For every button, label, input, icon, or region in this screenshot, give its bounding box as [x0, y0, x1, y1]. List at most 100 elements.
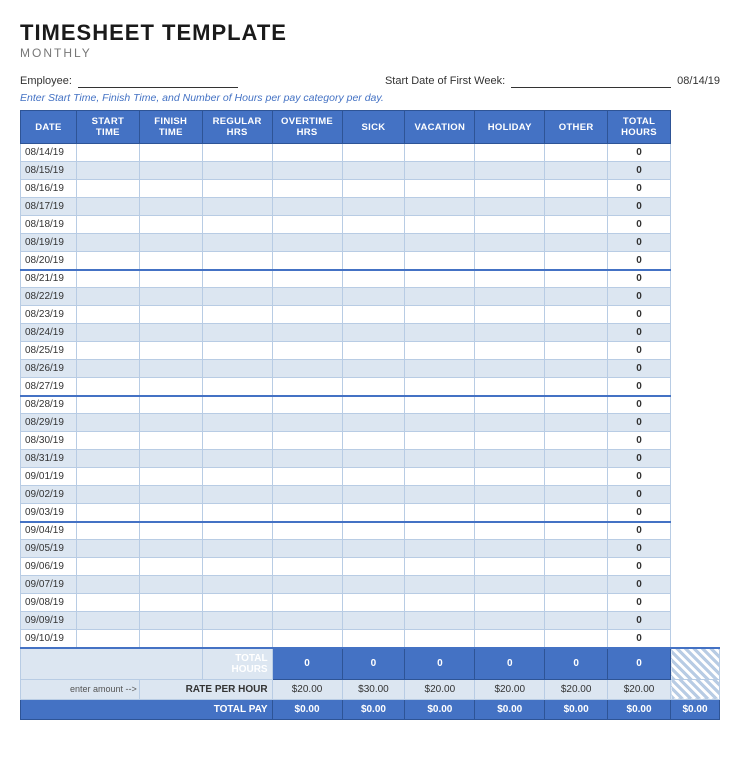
cell-regular-hrs[interactable] — [202, 324, 272, 342]
cell-overtime-hrs[interactable] — [272, 252, 342, 270]
cell-regular-hrs[interactable] — [202, 144, 272, 162]
cell-other[interactable] — [545, 342, 608, 360]
cell-holiday[interactable] — [475, 360, 545, 378]
cell-vacation[interactable] — [405, 594, 475, 612]
cell-start-time[interactable] — [76, 306, 139, 324]
cell-holiday[interactable] — [475, 324, 545, 342]
cell-start-time[interactable] — [76, 450, 139, 468]
cell-other[interactable] — [545, 630, 608, 648]
cell-overtime-hrs[interactable] — [272, 342, 342, 360]
cell-overtime-hrs[interactable] — [272, 540, 342, 558]
cell-other[interactable] — [545, 486, 608, 504]
cell-finish-time[interactable] — [139, 180, 202, 198]
cell-start-time[interactable] — [76, 504, 139, 522]
cell-start-time[interactable] — [76, 396, 139, 414]
cell-holiday[interactable] — [475, 144, 545, 162]
cell-finish-time[interactable] — [139, 162, 202, 180]
cell-regular-hrs[interactable] — [202, 522, 272, 540]
cell-other[interactable] — [545, 612, 608, 630]
cell-regular-hrs[interactable] — [202, 180, 272, 198]
cell-sick[interactable] — [342, 324, 405, 342]
cell-overtime-hrs[interactable] — [272, 162, 342, 180]
rate-value-cell[interactable]: $20.00 — [545, 679, 608, 699]
cell-vacation[interactable] — [405, 576, 475, 594]
cell-overtime-hrs[interactable] — [272, 558, 342, 576]
cell-sick[interactable] — [342, 234, 405, 252]
cell-regular-hrs[interactable] — [202, 252, 272, 270]
cell-holiday[interactable] — [475, 486, 545, 504]
cell-finish-time[interactable] — [139, 270, 202, 288]
cell-regular-hrs[interactable] — [202, 234, 272, 252]
cell-finish-time[interactable] — [139, 468, 202, 486]
cell-vacation[interactable] — [405, 540, 475, 558]
cell-overtime-hrs[interactable] — [272, 144, 342, 162]
cell-finish-time[interactable] — [139, 576, 202, 594]
cell-overtime-hrs[interactable] — [272, 432, 342, 450]
cell-overtime-hrs[interactable] — [272, 360, 342, 378]
cell-other[interactable] — [545, 324, 608, 342]
cell-finish-time[interactable] — [139, 216, 202, 234]
cell-regular-hrs[interactable] — [202, 378, 272, 396]
cell-overtime-hrs[interactable] — [272, 576, 342, 594]
cell-vacation[interactable] — [405, 234, 475, 252]
cell-sick[interactable] — [342, 522, 405, 540]
cell-finish-time[interactable] — [139, 432, 202, 450]
cell-holiday[interactable] — [475, 252, 545, 270]
cell-vacation[interactable] — [405, 270, 475, 288]
cell-vacation[interactable] — [405, 252, 475, 270]
cell-overtime-hrs[interactable] — [272, 198, 342, 216]
cell-start-time[interactable] — [76, 288, 139, 306]
cell-holiday[interactable] — [475, 576, 545, 594]
cell-sick[interactable] — [342, 450, 405, 468]
cell-finish-time[interactable] — [139, 540, 202, 558]
cell-regular-hrs[interactable] — [202, 504, 272, 522]
cell-sick[interactable] — [342, 342, 405, 360]
cell-vacation[interactable] — [405, 162, 475, 180]
cell-other[interactable] — [545, 576, 608, 594]
cell-sick[interactable] — [342, 162, 405, 180]
cell-holiday[interactable] — [475, 540, 545, 558]
cell-finish-time[interactable] — [139, 234, 202, 252]
cell-start-time[interactable] — [76, 360, 139, 378]
cell-other[interactable] — [545, 252, 608, 270]
cell-start-time[interactable] — [76, 162, 139, 180]
cell-finish-time[interactable] — [139, 360, 202, 378]
cell-overtime-hrs[interactable] — [272, 450, 342, 468]
cell-sick[interactable] — [342, 486, 405, 504]
cell-overtime-hrs[interactable] — [272, 414, 342, 432]
cell-sick[interactable] — [342, 594, 405, 612]
cell-sick[interactable] — [342, 612, 405, 630]
cell-start-time[interactable] — [76, 594, 139, 612]
cell-other[interactable] — [545, 468, 608, 486]
cell-regular-hrs[interactable] — [202, 360, 272, 378]
cell-other[interactable] — [545, 162, 608, 180]
cell-vacation[interactable] — [405, 504, 475, 522]
rate-value-cell[interactable]: $20.00 — [272, 679, 342, 699]
cell-regular-hrs[interactable] — [202, 612, 272, 630]
cell-holiday[interactable] — [475, 288, 545, 306]
cell-finish-time[interactable] — [139, 504, 202, 522]
cell-other[interactable] — [545, 360, 608, 378]
cell-sick[interactable] — [342, 216, 405, 234]
cell-regular-hrs[interactable] — [202, 342, 272, 360]
cell-finish-time[interactable] — [139, 630, 202, 648]
cell-sick[interactable] — [342, 306, 405, 324]
cell-sick[interactable] — [342, 360, 405, 378]
cell-overtime-hrs[interactable] — [272, 468, 342, 486]
cell-vacation[interactable] — [405, 450, 475, 468]
cell-vacation[interactable] — [405, 324, 475, 342]
cell-holiday[interactable] — [475, 522, 545, 540]
cell-regular-hrs[interactable] — [202, 198, 272, 216]
cell-regular-hrs[interactable] — [202, 576, 272, 594]
cell-regular-hrs[interactable] — [202, 162, 272, 180]
cell-finish-time[interactable] — [139, 522, 202, 540]
cell-sick[interactable] — [342, 414, 405, 432]
cell-vacation[interactable] — [405, 306, 475, 324]
cell-other[interactable] — [545, 522, 608, 540]
cell-overtime-hrs[interactable] — [272, 594, 342, 612]
cell-regular-hrs[interactable] — [202, 486, 272, 504]
cell-overtime-hrs[interactable] — [272, 306, 342, 324]
cell-sick[interactable] — [342, 144, 405, 162]
rate-value-cell[interactable]: $20.00 — [405, 679, 475, 699]
cell-overtime-hrs[interactable] — [272, 378, 342, 396]
